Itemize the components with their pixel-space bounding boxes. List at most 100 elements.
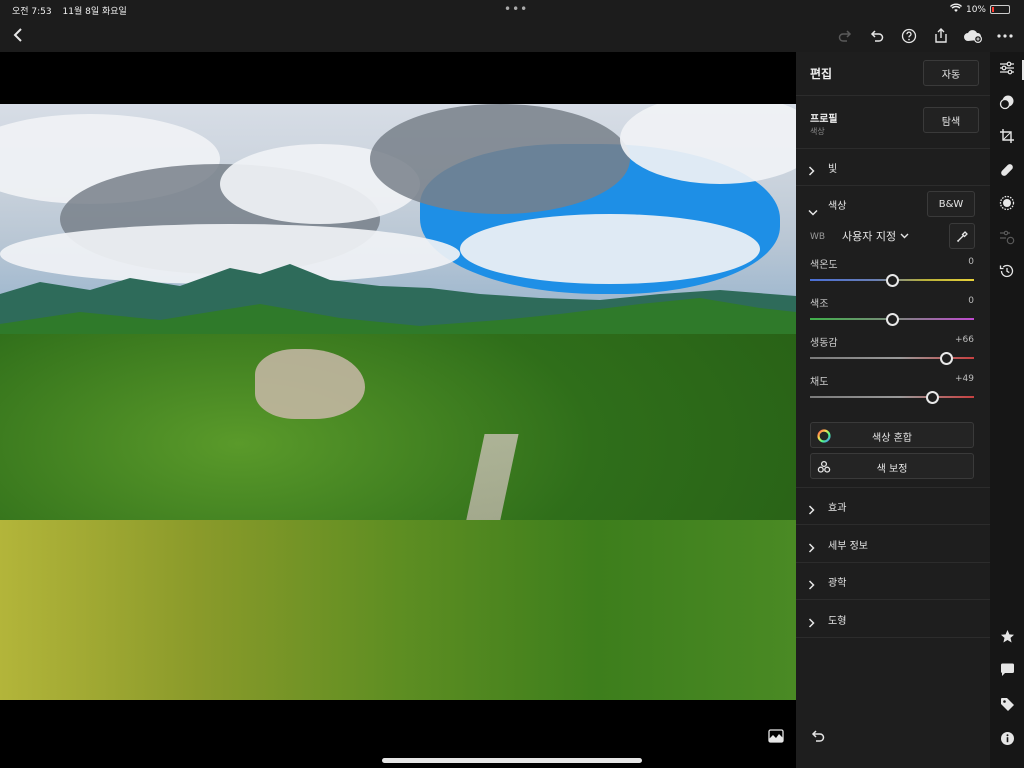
info-icon bbox=[1000, 731, 1014, 745]
cloud-sync-button[interactable] bbox=[960, 24, 986, 48]
battery-percent: 10% bbox=[965, 4, 986, 15]
status-left: 오전 7:53 11월 8일 화요일 bbox=[12, 4, 135, 17]
slider-thumb[interactable] bbox=[886, 313, 899, 326]
wb-label: WB bbox=[810, 232, 826, 242]
color-section: 색상 B&W WB 사용자 지정 색온도 0 색조 0 생동감 +66 채도 +49 색상 혼… bbox=[796, 186, 990, 488]
slider-value[interactable]: +66 bbox=[955, 335, 974, 345]
section-toggle[interactable]: 효과 bbox=[796, 488, 990, 525]
undo-icon bbox=[870, 30, 884, 42]
slider-value[interactable]: +49 bbox=[955, 374, 974, 384]
chevron-right-icon bbox=[808, 613, 815, 632]
reset-button[interactable] bbox=[810, 729, 826, 748]
more-icon bbox=[997, 34, 1013, 38]
slider-thumb[interactable] bbox=[886, 274, 899, 287]
home-indicator[interactable] bbox=[382, 758, 642, 763]
wb-eyedropper-button[interactable] bbox=[949, 223, 975, 249]
status-bar: 오전 7:53 11월 8일 화요일 ••• 10% bbox=[0, 0, 1024, 20]
cloud-sync-icon bbox=[964, 30, 982, 43]
chevron-down-icon bbox=[900, 233, 909, 239]
eyedropper-icon bbox=[956, 230, 968, 242]
presets-tool-button[interactable] bbox=[997, 92, 1017, 112]
color-grading-button[interactable]: 색 보정 bbox=[810, 453, 974, 479]
adjust-brush-icon bbox=[1000, 230, 1015, 245]
sliders-icon bbox=[1000, 61, 1014, 75]
bandage-icon bbox=[1001, 164, 1013, 176]
presets-icon bbox=[999, 95, 1014, 110]
slider-label: 생동감 bbox=[810, 338, 838, 349]
battery-icon bbox=[990, 5, 1010, 14]
more-options-button[interactable] bbox=[992, 24, 1018, 48]
wifi-icon bbox=[949, 3, 962, 16]
back-button[interactable] bbox=[8, 24, 28, 46]
auto-button[interactable]: 자동 bbox=[923, 60, 979, 86]
top-toolbar bbox=[0, 20, 1024, 52]
color-section-label: 색상 bbox=[828, 201, 847, 212]
help-button[interactable] bbox=[896, 24, 922, 48]
tool-rail bbox=[990, 52, 1024, 768]
section-label: 효과 bbox=[828, 503, 847, 514]
tag-icon bbox=[1000, 697, 1014, 711]
browse-profiles-button[interactable]: 탐색 bbox=[923, 107, 979, 133]
info-button[interactable] bbox=[997, 728, 1017, 748]
compare-icon bbox=[768, 729, 784, 743]
crop-icon bbox=[1000, 129, 1014, 143]
color-grading-label: 색 보정 bbox=[876, 464, 908, 475]
section-toggle[interactable]: 도형 bbox=[796, 601, 990, 638]
battery-level bbox=[992, 7, 994, 12]
light-section-toggle[interactable]: 빛 bbox=[796, 149, 990, 186]
before-after-button[interactable] bbox=[766, 726, 786, 746]
chevron-right-icon bbox=[808, 538, 815, 557]
edit-header: 편집 자동 bbox=[796, 52, 990, 96]
help-icon bbox=[901, 28, 917, 44]
panel-title: 편집 bbox=[810, 67, 833, 81]
status-time: 오전 7:53 bbox=[12, 7, 52, 17]
chevron-down-icon[interactable] bbox=[808, 201, 818, 220]
redo-button[interactable] bbox=[832, 24, 858, 48]
chevron-left-icon bbox=[13, 28, 22, 42]
crop-tool-button[interactable] bbox=[997, 126, 1017, 146]
slider-thumb[interactable] bbox=[926, 391, 940, 404]
slider-track[interactable] bbox=[810, 396, 974, 398]
chevron-right-icon bbox=[808, 500, 815, 519]
section-label: 세부 정보 bbox=[828, 540, 868, 552]
section-toggle[interactable]: 광학 bbox=[796, 563, 990, 600]
section-label: 광학 bbox=[828, 578, 847, 589]
slider-label: 색조 bbox=[810, 299, 829, 310]
color-mix-button[interactable]: 색상 혼합 bbox=[810, 422, 974, 448]
masking-icon bbox=[999, 195, 1015, 211]
status-right: 10% bbox=[949, 3, 1010, 16]
comment-icon bbox=[1000, 663, 1014, 676]
photo-preview[interactable] bbox=[0, 104, 796, 700]
black-white-button[interactable]: B&W bbox=[927, 191, 975, 217]
edit-panel: 편집 자동 프로필 색상 탐색 빛 색상 B&W WB 사용자 지정 색온도 0 색… bbox=[796, 52, 990, 768]
color-mix-label: 색상 혼합 bbox=[872, 433, 912, 444]
share-button[interactable] bbox=[928, 24, 954, 48]
star-icon bbox=[1000, 629, 1014, 642]
rating-button[interactable] bbox=[997, 626, 1017, 646]
redo-icon bbox=[838, 30, 852, 42]
masking-tool-button[interactable] bbox=[997, 193, 1017, 213]
healing-tool-button[interactable] bbox=[997, 160, 1017, 180]
toolbar-actions bbox=[832, 24, 1018, 48]
edit-tool-button[interactable] bbox=[997, 58, 1017, 78]
section-toggle[interactable]: 세부 정보 bbox=[796, 526, 990, 563]
versions-tool-button[interactable] bbox=[997, 227, 1017, 247]
slider-value[interactable]: 0 bbox=[968, 257, 974, 267]
chevron-right-icon bbox=[808, 161, 815, 180]
multitasking-dots-icon[interactable]: ••• bbox=[504, 2, 528, 16]
undo-button[interactable] bbox=[864, 24, 890, 48]
profile-title: 프로필 bbox=[810, 114, 838, 125]
wb-preset-select[interactable]: 사용자 지정 bbox=[842, 228, 909, 244]
chevron-right-icon bbox=[808, 575, 815, 594]
photo-foreground-foliage bbox=[0, 520, 796, 700]
photo-cloud bbox=[370, 104, 630, 214]
history-tool-button[interactable] bbox=[997, 261, 1017, 281]
slider-thumb[interactable] bbox=[940, 352, 954, 365]
comments-button[interactable] bbox=[997, 660, 1017, 680]
share-icon bbox=[935, 28, 947, 43]
profile-subtitle: 색상 bbox=[810, 127, 825, 136]
keywords-button[interactable] bbox=[997, 694, 1017, 714]
slider-label: 채도 bbox=[810, 377, 829, 388]
slider-value[interactable]: 0 bbox=[968, 296, 974, 306]
reset-icon bbox=[811, 730, 825, 742]
